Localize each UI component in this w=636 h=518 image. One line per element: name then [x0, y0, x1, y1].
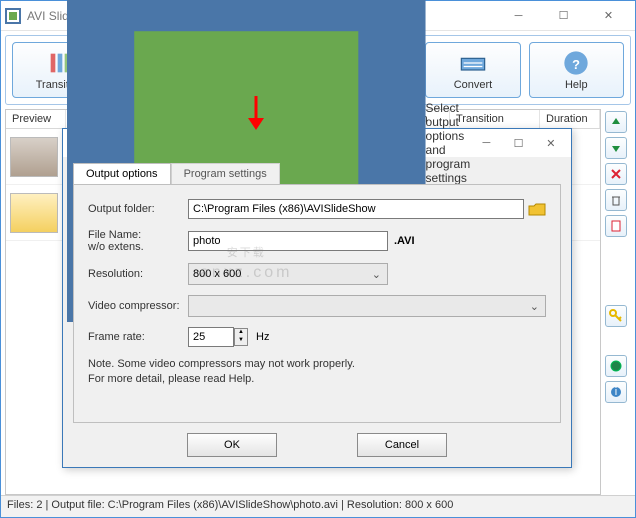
framerate-input[interactable]	[188, 327, 234, 347]
compressor-combo[interactable]	[188, 295, 546, 317]
move-up-button[interactable]	[605, 111, 627, 133]
framerate-label: Frame rate:	[88, 331, 188, 343]
thumbnail	[10, 137, 58, 177]
ok-button[interactable]: OK	[187, 433, 277, 457]
x-icon	[610, 168, 622, 180]
clear-button[interactable]	[605, 189, 627, 211]
filename-input[interactable]	[188, 231, 388, 251]
arrow-up-icon	[610, 116, 622, 128]
framerate-spinner[interactable]: ▲▼	[234, 328, 248, 346]
tab-program-settings[interactable]: Program settings	[171, 163, 280, 184]
status-bar: Files: 2 | Output file: C:\Program Files…	[1, 495, 635, 517]
tab-body: Output folder: File Name:w/o extens. .AV…	[73, 184, 561, 423]
col-preview[interactable]: Preview	[6, 110, 66, 128]
svg-text:i: i	[615, 386, 617, 398]
key-icon	[609, 309, 623, 323]
help-button[interactable]: ? Help	[529, 42, 624, 98]
svg-text:?: ?	[572, 57, 580, 72]
convert-icon	[459, 49, 487, 77]
help-icon: ?	[562, 49, 590, 77]
resolution-label: Resolution:	[88, 268, 188, 280]
close-button[interactable]: ✕	[586, 2, 631, 30]
info-icon: i	[610, 386, 622, 398]
key-button[interactable]	[605, 305, 627, 327]
convert-button[interactable]: Convert	[425, 42, 520, 98]
move-down-button[interactable]	[605, 137, 627, 159]
col-duration2[interactable]: Duration	[540, 110, 600, 128]
dialog-titlebar: Select output options and program settin…	[63, 129, 571, 157]
tab-output-options[interactable]: Output options	[73, 163, 171, 184]
output-folder-input[interactable]	[188, 199, 524, 219]
dialog-tabs: Output options Program settings	[63, 157, 571, 184]
file-extension: .AVI	[394, 235, 415, 247]
about-button[interactable]: i	[605, 381, 627, 403]
side-toolbar: i	[601, 109, 631, 495]
globe-button[interactable]	[605, 355, 627, 377]
browse-folder-button[interactable]	[528, 202, 546, 216]
note-text: Note. Some video compressors may not wor…	[88, 357, 546, 387]
page-icon	[610, 220, 622, 232]
hz-label: Hz	[256, 331, 269, 343]
maximize-button[interactable]: ☐	[541, 2, 586, 30]
app-icon	[5, 8, 21, 24]
annotation-arrow	[244, 96, 268, 136]
output-folder-label: Output folder:	[88, 203, 188, 215]
filename-label: File Name:w/o extens.	[88, 229, 188, 253]
trash-icon	[610, 194, 622, 206]
options-dialog: Select output options and program settin…	[62, 128, 572, 468]
arrow-down-icon	[610, 142, 622, 154]
remove-button[interactable]	[605, 163, 627, 185]
dialog-minimize-button[interactable]: ─	[470, 129, 502, 157]
dialog-buttons: OK Cancel	[63, 423, 571, 467]
compressor-label: Video compressor:	[88, 300, 188, 312]
thumbnail	[10, 193, 58, 233]
dialog-close-button[interactable]: ✕	[535, 129, 567, 157]
globe-icon	[610, 360, 622, 372]
minimize-button[interactable]: ─	[496, 2, 541, 30]
dialog-maximize-button[interactable]: ☐	[502, 129, 534, 157]
cancel-button[interactable]: Cancel	[357, 433, 447, 457]
properties-button[interactable]	[605, 215, 627, 237]
resolution-combo[interactable]: 800 x 600	[188, 263, 388, 285]
